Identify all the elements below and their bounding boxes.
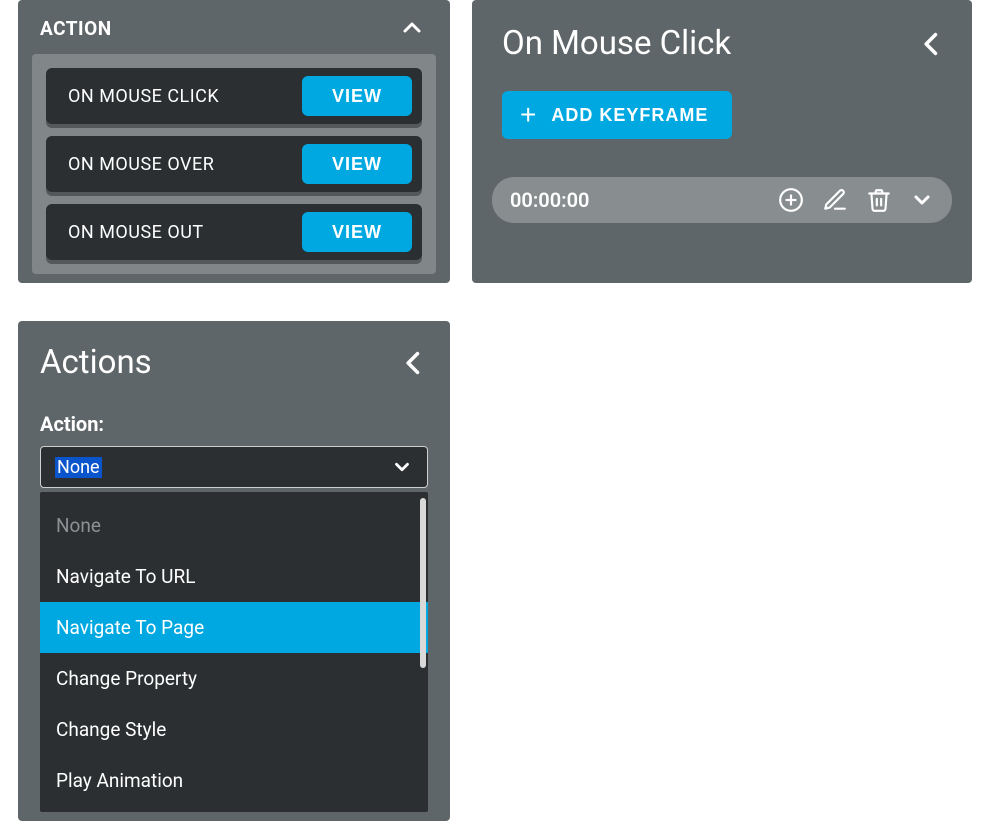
- panel-title: Actions: [40, 343, 152, 382]
- action-select-value: None: [55, 457, 102, 478]
- action-select-dropdown: None Navigate To URL Navigate To Page Ch…: [40, 492, 428, 812]
- scrollbar[interactable]: [420, 498, 426, 668]
- dropdown-item-change-property[interactable]: Change Property: [40, 653, 428, 704]
- panel-on-mouse-click: On Mouse Click + ADD KEYFRAME 00:00:00: [472, 0, 972, 283]
- chevron-down-icon[interactable]: [910, 188, 934, 212]
- panel-action-title: ACTION: [40, 17, 112, 40]
- keyframe-row[interactable]: 00:00:00: [492, 177, 952, 223]
- dropdown-item-navigate-to-page[interactable]: Navigate To Page: [40, 602, 428, 653]
- action-row-mouse-click: ON MOUSE CLICK VIEW: [46, 68, 422, 124]
- back-icon[interactable]: [918, 27, 946, 61]
- action-row-mouse-out: ON MOUSE OUT VIEW: [46, 204, 422, 260]
- action-select[interactable]: None: [40, 446, 428, 488]
- dropdown-item-play-animation[interactable]: Play Animation: [40, 755, 428, 806]
- add-keyframe-label: ADD KEYFRAME: [551, 105, 708, 126]
- action-list: ON MOUSE CLICK VIEW ON MOUSE OVER VIEW O…: [32, 54, 436, 274]
- action-row-label: ON MOUSE OVER: [68, 154, 214, 175]
- dropdown-item-none[interactable]: None: [40, 500, 428, 551]
- panel-header: Actions: [18, 321, 450, 382]
- edit-icon[interactable]: [822, 187, 848, 213]
- action-row-label: ON MOUSE OUT: [68, 222, 204, 243]
- panel-action-header: ACTION: [18, 0, 450, 50]
- view-button[interactable]: VIEW: [302, 212, 412, 252]
- view-button[interactable]: VIEW: [302, 144, 412, 184]
- chevron-up-icon[interactable]: [400, 16, 424, 40]
- action-row-mouse-over: ON MOUSE OVER VIEW: [46, 136, 422, 192]
- chevron-down-icon: [391, 456, 413, 478]
- keyframe-row-actions: [778, 187, 934, 213]
- panel-header: On Mouse Click: [472, 0, 972, 63]
- back-icon[interactable]: [400, 346, 428, 380]
- delete-icon[interactable]: [866, 187, 892, 213]
- dropdown-item-navigate-to-url[interactable]: Navigate To URL: [40, 551, 428, 602]
- dropdown-item-change-style[interactable]: Change Style: [40, 704, 428, 755]
- add-icon[interactable]: [778, 187, 804, 213]
- action-row-label: ON MOUSE CLICK: [68, 86, 219, 107]
- panel-action: ACTION ON MOUSE CLICK VIEW ON MOUSE OVER…: [18, 0, 450, 283]
- add-keyframe-button[interactable]: + ADD KEYFRAME: [502, 91, 732, 139]
- keyframe-time: 00:00:00: [510, 188, 589, 212]
- action-field-label: Action:: [40, 412, 450, 436]
- panel-title: On Mouse Click: [502, 24, 731, 63]
- panel-actions-select: Actions Action: None None Navigate To UR…: [18, 321, 450, 821]
- view-button[interactable]: VIEW: [302, 76, 412, 116]
